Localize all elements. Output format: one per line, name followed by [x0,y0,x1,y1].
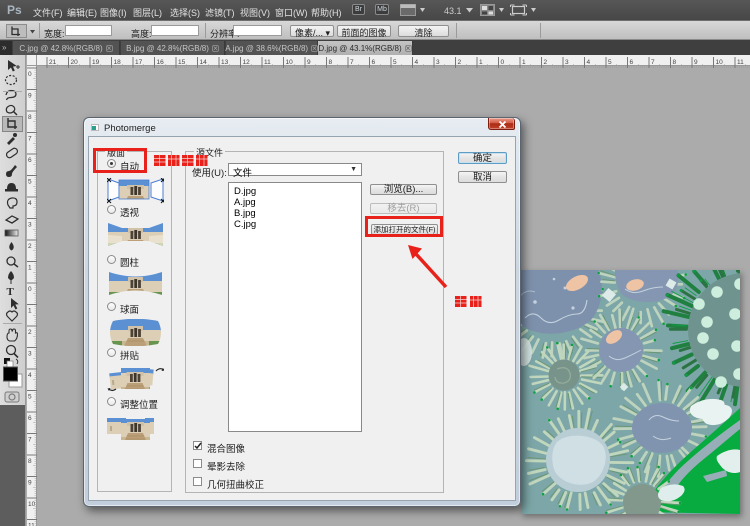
svg-text:10: 10 [716,59,724,66]
svg-text:17: 17 [135,59,143,66]
svg-text:6: 6 [28,157,32,164]
svg-text:0: 0 [28,286,32,293]
svg-text:4: 4 [28,200,32,207]
svg-text:2: 2 [28,243,32,250]
svg-text:3: 3 [436,59,440,66]
svg-text:4: 4 [587,59,591,66]
svg-text:2: 2 [28,329,32,336]
svg-text:14: 14 [200,59,208,66]
svg-text:16: 16 [157,59,165,66]
svg-text:1: 1 [479,59,483,66]
svg-text:3: 3 [28,222,32,229]
svg-text:9: 9 [307,59,311,66]
svg-text:20: 20 [71,59,79,66]
svg-text:5: 5 [608,59,612,66]
svg-text:11: 11 [737,59,744,66]
svg-text:11: 11 [264,59,271,66]
svg-text:19: 19 [92,59,100,66]
svg-text:10: 10 [286,59,294,66]
svg-text:8: 8 [28,114,32,121]
svg-text:13: 13 [221,59,229,66]
svg-text:1: 1 [522,59,526,66]
svg-text:1: 1 [28,308,32,315]
svg-text:6: 6 [372,59,376,66]
svg-text:4: 4 [28,372,32,379]
svg-text:8: 8 [329,59,333,66]
svg-text:4: 4 [415,59,419,66]
svg-text:7: 7 [651,59,655,66]
svg-text:5: 5 [393,59,397,66]
svg-text:7: 7 [28,437,32,444]
svg-text:9: 9 [28,480,32,487]
svg-text:T: T [7,286,15,298]
svg-text:0: 0 [28,71,32,78]
svg-text:12: 12 [243,59,251,66]
svg-text:6: 6 [630,59,634,66]
svg-text:7: 7 [350,59,354,66]
svg-text:11: 11 [28,523,35,526]
svg-text:3: 3 [565,59,569,66]
svg-text:2: 2 [544,59,548,66]
svg-text:9: 9 [28,93,32,100]
svg-text:5: 5 [28,179,32,186]
svg-text:2: 2 [458,59,462,66]
svg-text:1: 1 [28,265,32,272]
svg-text:15: 15 [178,59,186,66]
svg-text:8: 8 [28,458,32,465]
svg-text:21: 21 [49,59,57,66]
svg-text:0: 0 [501,59,505,66]
svg-text:6: 6 [28,415,32,422]
svg-text:18: 18 [114,59,122,66]
svg-text:5: 5 [28,394,32,401]
svg-text:9: 9 [694,59,698,66]
svg-text:10: 10 [28,501,36,508]
svg-text:7: 7 [28,136,32,143]
svg-text:8: 8 [673,59,677,66]
svg-text:3: 3 [28,351,32,358]
